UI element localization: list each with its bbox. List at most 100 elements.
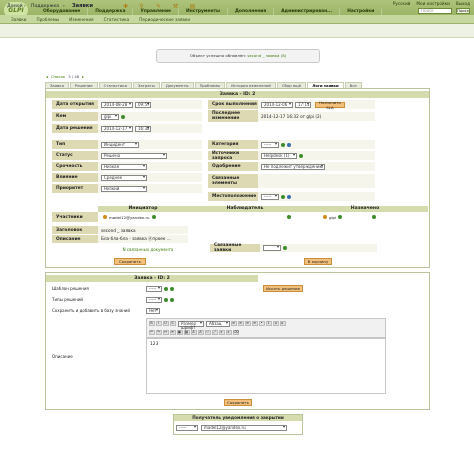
status-select[interactable]: Решена	[101, 152, 167, 159]
solution-type-select[interactable]: -----	[146, 296, 162, 303]
nav-admin[interactable]: Администрирован...	[274, 8, 341, 15]
undo-button[interactable]: ↶	[148, 330, 155, 335]
subnav-tickets[interactable]: Заявки	[6, 17, 32, 22]
nav-plugins[interactable]: Дополнения	[228, 8, 275, 15]
resolved-date-input[interactable]: 2014-12-17	[101, 125, 133, 132]
template-icon-b[interactable]	[170, 286, 174, 291]
docs-link[interactable]: N связанных документа	[123, 247, 174, 252]
search-input[interactable]: Поиск	[418, 8, 452, 14]
opened-date-input[interactable]: 2014-08-28	[101, 101, 133, 108]
add-location-icon[interactable]	[281, 194, 285, 199]
kb-select[interactable]: Нет	[146, 307, 160, 314]
approval-select[interactable]: Не подлежит утверждению	[261, 163, 325, 170]
desc-value[interactable]: Бла-бла-бла - заявка Ⓐпроек ...	[98, 235, 188, 243]
solution-type-icon-b[interactable]	[170, 297, 174, 302]
due-date-input[interactable]: 2014-12-06	[261, 101, 293, 108]
link-button[interactable]: ⚯	[162, 330, 169, 335]
save-ticket-button[interactable]: Сохранить	[114, 258, 146, 265]
nav-assets[interactable]: Оборудование	[36, 8, 89, 15]
breadcrumb-home[interactable]: Домой	[7, 4, 23, 9]
assignee-name[interactable]: glpi	[329, 215, 336, 220]
location-select[interactable]: -----	[261, 193, 279, 200]
number-list-button[interactable]: 1	[265, 321, 272, 326]
align-left-button[interactable]: ≡	[230, 321, 237, 326]
indent-button[interactable]: ▸	[279, 321, 286, 326]
requester-name[interactable]: madel12@yandex.ru	[109, 215, 150, 220]
location-info-icon[interactable]	[287, 194, 291, 199]
linked-tickets-select[interactable]	[263, 245, 281, 251]
solution-editor[interactable]: 123	[146, 338, 386, 394]
template-select[interactable]: -----	[146, 285, 162, 292]
due-time-select[interactable]: 17:11	[295, 101, 311, 108]
priority-select[interactable]: Низкий	[101, 185, 147, 192]
list-link[interactable]: Список	[51, 74, 65, 79]
unlink-button[interactable]: ⚮	[169, 330, 176, 335]
fullscreen-button[interactable]: ⤢	[211, 330, 218, 335]
resolved-time-select[interactable]: 16:32	[135, 125, 151, 132]
add-source-icon[interactable]	[299, 153, 303, 158]
add-observer-icon[interactable]	[287, 215, 291, 219]
add-category-icon[interactable]	[281, 142, 285, 147]
add-link-icon[interactable]	[283, 246, 287, 250]
category-select[interactable]: -----	[261, 141, 279, 148]
align-justify-button[interactable]: ≡	[251, 321, 258, 326]
strike-button[interactable]: S	[169, 321, 176, 326]
nav-setup[interactable]: Настройки	[340, 8, 383, 15]
sub-button[interactable]: x	[218, 330, 225, 335]
message-link[interactable]: second _ заявка (8)	[247, 53, 286, 58]
assignee-mail-icon[interactable]	[338, 215, 343, 219]
tools-icon[interactable]: ⚒	[172, 3, 179, 10]
trash-button[interactable]: В корзину	[304, 258, 332, 265]
logout-link[interactable]: Выход	[456, 1, 470, 6]
align-center-button[interactable]: ≡	[237, 321, 244, 326]
preferences-link[interactable]: Мои настройки	[416, 1, 449, 6]
font-size-select[interactable]: Размер шрифт	[178, 320, 204, 329]
by-select[interactable]: glpi	[101, 113, 119, 120]
text-color-button[interactable]: A	[190, 330, 197, 335]
italic-button[interactable]: I	[155, 321, 162, 326]
category-info-icon[interactable]	[287, 142, 291, 147]
underline-button[interactable]: U	[162, 321, 169, 326]
info-icon[interactable]	[121, 114, 125, 119]
table-button[interactable]: ▦	[183, 330, 190, 335]
notify-email-input[interactable]: madel12@yandex.ru	[201, 425, 287, 431]
type-select[interactable]: Инцидент	[101, 141, 139, 148]
add-assignee-icon[interactable]	[372, 215, 377, 219]
template-icon-a[interactable]	[164, 286, 168, 291]
image-button[interactable]: ▣	[176, 330, 183, 335]
requester-mail-icon[interactable]	[151, 215, 156, 219]
code-button[interactable]: ‹›	[204, 330, 211, 335]
search-solution-button[interactable]: Искать решение	[263, 285, 303, 292]
breadcrumb-assistance[interactable]: Поддержка	[31, 4, 59, 9]
subnav-recurrent[interactable]: Периодические заявки	[134, 17, 195, 22]
bullet-list-button[interactable]: •	[258, 321, 265, 326]
sup-button[interactable]: x	[225, 330, 232, 335]
language-link[interactable]: Русский	[393, 1, 411, 6]
title-value[interactable]: second _ заявка	[98, 226, 188, 234]
subnav-changes[interactable]: Изменения	[64, 17, 98, 22]
save-solution-button[interactable]: Сохранить	[224, 399, 252, 406]
impact-select[interactable]: Среднее	[101, 174, 147, 181]
search-button[interactable]: Поиск	[456, 8, 470, 14]
bold-button[interactable]: B	[148, 321, 155, 326]
redo-button[interactable]: ↷	[155, 330, 162, 335]
assign-sla-button[interactable]: Назначить SLA	[315, 100, 345, 110]
nav-tools[interactable]: Инструменты	[179, 8, 229, 15]
subnav-problems[interactable]: Проблемы	[32, 17, 65, 22]
align-right-button[interactable]: ≡	[244, 321, 251, 326]
bg-color-button[interactable]: A	[197, 330, 204, 335]
prev-icon[interactable]: ◂	[46, 74, 48, 79]
clear-format-button[interactable]: ⌫	[232, 330, 239, 335]
next-icon[interactable]: ▸	[82, 74, 84, 79]
search-icon[interactable]: ⚲	[138, 3, 145, 10]
paragraph-select[interactable]: Абзац	[206, 320, 230, 327]
solution-type-icon-a[interactable]	[164, 297, 168, 302]
source-select[interactable]: Helpdesk (1)	[261, 152, 297, 159]
notify-select[interactable]: -----	[176, 425, 198, 431]
subnav-stats[interactable]: Статистика	[99, 17, 135, 22]
add-icon[interactable]: ✚	[122, 3, 129, 10]
opened-time-select[interactable]: 09:57	[135, 101, 151, 108]
stats-icon[interactable]: ▤	[189, 3, 196, 10]
breadcrumb-tickets[interactable]: Заявки	[72, 3, 93, 9]
outdent-button[interactable]: ◂	[272, 321, 279, 326]
